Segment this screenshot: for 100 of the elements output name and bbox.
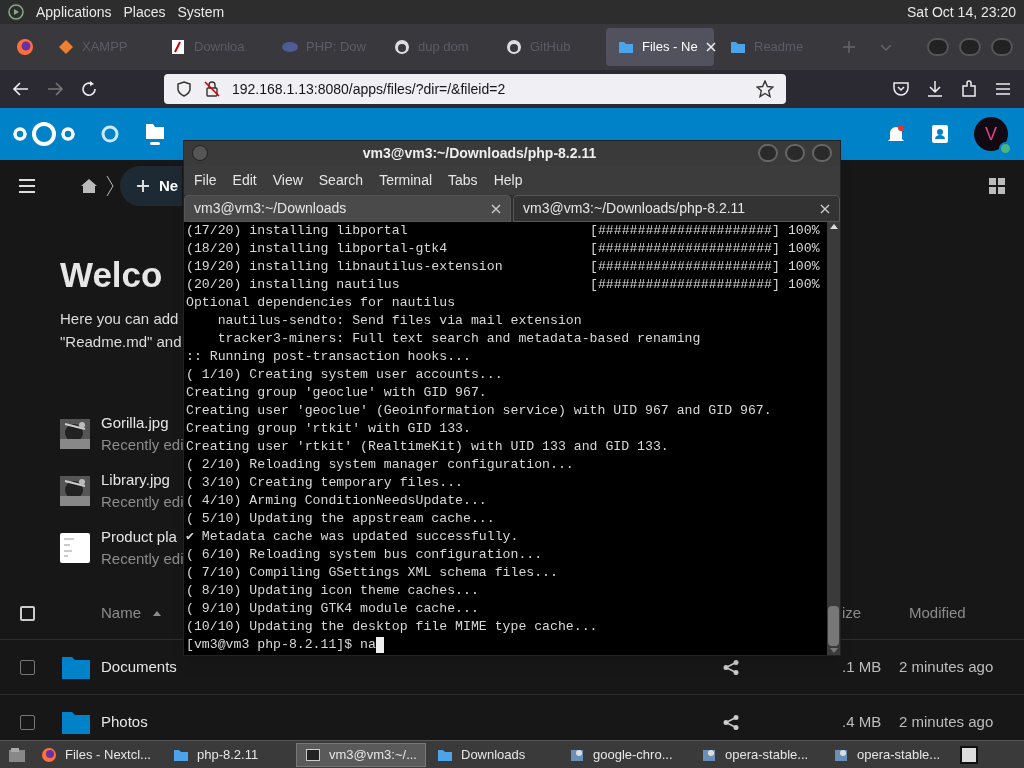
download-icon[interactable]: [926, 80, 944, 98]
file-name[interactable]: Gorilla.jpg: [101, 412, 169, 434]
menu-item[interactable]: View: [268, 169, 307, 191]
percent-text: 100%: [787, 240, 820, 258]
maximize-button[interactable]: [785, 144, 805, 162]
terminal-line: (20/20) installing nautilus: [186, 276, 401, 294]
terminal-line: (17/20) installing libportal: [186, 222, 409, 240]
file-subtitle: Recently edi: [101, 549, 184, 569]
terminal-tab[interactable]: vm3@vm3:~/Downloads/php-8.2.11: [513, 195, 840, 222]
back-icon[interactable]: [12, 80, 30, 98]
new-button[interactable]: Ne: [120, 166, 182, 206]
close-button[interactable]: [812, 144, 832, 162]
row-checkbox[interactable]: [20, 714, 35, 730]
terminal-line: nautilus-sendto: Send files via mail extension: [216, 312, 583, 330]
close-icon[interactable]: [820, 203, 830, 214]
logo-icon[interactable]: [12, 120, 76, 148]
workspace-switcher[interactable]: [960, 745, 978, 764]
folder-icon[interactable]: [144, 122, 166, 146]
terminal-line: Creating group 'geoclue' with GID 967.: [186, 384, 488, 402]
progress-bar-text: [######################]: [590, 222, 780, 240]
home-icon[interactable]: [80, 178, 98, 194]
contacts-icon[interactable]: [930, 124, 950, 144]
badge-icon: [58, 39, 74, 55]
modified-cell-text: 2 minutes ago: [899, 711, 994, 732]
panel-menu[interactable]: Applications: [36, 1, 112, 23]
column-header[interactable]: Name: [101, 602, 141, 625]
clock: Sat Oct 14, 23:20: [907, 2, 1016, 22]
file-name[interactable]: Library.jpg: [101, 469, 170, 491]
panel-menu[interactable]: Places: [123, 1, 166, 23]
avatar[interactable]: V: [974, 117, 1008, 151]
terminal-icon: [305, 746, 321, 763]
scrollbar-thumb[interactable]: [828, 606, 839, 646]
file-name[interactable]: Product pla: [101, 526, 177, 548]
puzzle-icon[interactable]: [960, 80, 978, 98]
grid-view-icon[interactable]: [989, 178, 1005, 194]
browser-icon[interactable]: [16, 38, 34, 56]
taskbar-button[interactable]: Files - Nextcl...: [32, 742, 162, 767]
scroll-up-icon: [829, 224, 838, 229]
close-icon[interactable]: [491, 203, 501, 214]
scrollbar[interactable]: [827, 222, 840, 655]
minimize-button[interactable]: [758, 144, 778, 162]
terminal-line: ( 3/10) Creating temporary files...: [186, 474, 464, 492]
scroll-down-icon: [829, 648, 838, 653]
taskbar-button[interactable]: opera-stable...: [824, 742, 954, 767]
panel-menu[interactable]: System: [177, 1, 225, 23]
taskbar-button[interactable]: google-chro...: [560, 742, 690, 767]
chevron-right-icon: [106, 175, 114, 197]
select-all-checkbox[interactable]: [20, 606, 35, 621]
terminal-line: ✔ Metadata cache was updated successfully.: [186, 528, 520, 546]
column-header[interactable]: ize: [842, 602, 909, 625]
play-icon[interactable]: [8, 4, 24, 20]
terminal-line: (10/10) Updating the desktop file MIME type cache...: [186, 618, 599, 636]
prompt-line: [vm3@vm3 php-8.2.11]$ na: [186, 636, 376, 654]
php-icon: [282, 39, 298, 55]
terminal-line: Creating group 'rtkit' with GID 133.: [186, 420, 472, 438]
bell-icon[interactable]: [886, 124, 906, 144]
menu-item[interactable]: File: [190, 169, 221, 191]
star-icon[interactable]: [756, 80, 774, 98]
progress-bar-text: [######################]: [590, 276, 780, 294]
taskbar-button[interactable]: opera-stable...: [692, 742, 822, 767]
browser-icon: [41, 746, 57, 763]
menu-item[interactable]: Tabs: [444, 169, 482, 191]
terminal-line: ( 9/10) Updating GTK4 module cache...: [186, 600, 480, 618]
terminal-tab[interactable]: vm3@vm3:~/Downloads: [184, 195, 511, 222]
intro-text: Here you can add: [60, 309, 179, 329]
file-name[interactable]: Documents: [101, 655, 723, 679]
plus-icon: [136, 179, 150, 193]
menu-item[interactable]: Search: [314, 169, 368, 191]
taskbar-button[interactable]: vm3@vm3:~/...: [296, 742, 426, 767]
menu-item[interactable]: Terminal: [375, 169, 437, 191]
share-icon[interactable]: [723, 714, 739, 730]
terminal-line: ( 4/10) Arming ConditionNeedsUpdate...: [186, 492, 488, 510]
forward-icon[interactable]: [46, 80, 64, 98]
window-title: vm3@vm3:~/Downloads/php-8.2.11: [361, 143, 598, 163]
percent-text: 100%: [787, 222, 820, 240]
column-header[interactable]: Modified: [909, 602, 966, 625]
menu-item[interactable]: Help: [489, 169, 527, 191]
menu-item[interactable]: Edit: [228, 169, 261, 191]
menu-icon[interactable]: [18, 178, 36, 194]
taskbar-button[interactable]: php-8.2.11: [164, 742, 294, 767]
terminal-line: Creating user 'geoclue' (Geoinformation service) with UID 967 and GID 967.: [186, 402, 773, 420]
menu-icon[interactable]: [994, 80, 1012, 98]
reload-icon[interactable]: [80, 80, 98, 98]
terminal-line: :: Running post-transaction hooks...: [186, 348, 472, 366]
file-subtitle: Recently edi: [101, 435, 184, 455]
taskbar-button[interactable]: Downloads: [428, 742, 558, 767]
browser-tab[interactable]: Files - Ne: [606, 28, 714, 66]
size-cell-text: .4 MB: [842, 711, 883, 732]
pocket-icon[interactable]: [892, 80, 910, 98]
show-desktop-icon[interactable]: [8, 746, 26, 763]
circle-icon[interactable]: [100, 124, 120, 144]
terminal-line: ( 5/10) Updating the appstream cache...: [186, 510, 496, 528]
file-name[interactable]: Photos: [101, 710, 723, 734]
address-bar[interactable]: 192.168.1.13:8080/apps/files/?dir=/&fileid=2: [164, 74, 786, 104]
intro-text: "Readme.md" and: [60, 332, 182, 352]
cursor: [375, 637, 384, 653]
row-checkbox[interactable]: [20, 659, 35, 675]
terminal-line: Optional dependencies for nautilus: [186, 294, 457, 312]
share-icon[interactable]: [723, 659, 739, 675]
folder-icon: [62, 655, 90, 679]
